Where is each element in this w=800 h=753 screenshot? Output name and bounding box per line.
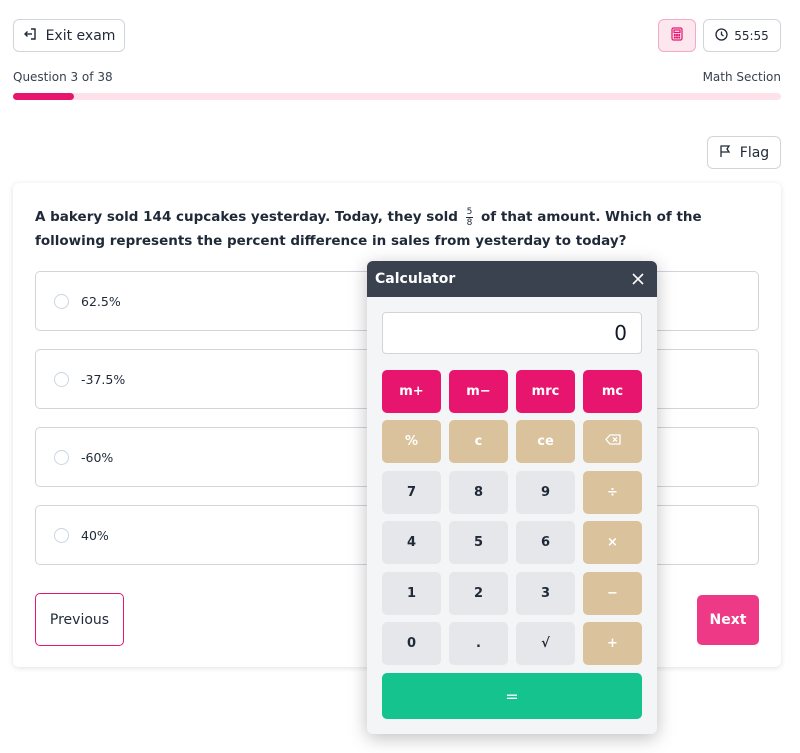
multiply-key[interactable]: × <box>583 521 642 564</box>
digit-key[interactable]: 1 <box>382 572 441 615</box>
radio-button[interactable] <box>54 449 69 465</box>
fraction-denominator: 8 <box>466 217 473 228</box>
calculator-toggle-button[interactable] <box>658 19 696 52</box>
digit-key[interactable]: 2 <box>449 572 508 615</box>
exit-exam-button[interactable]: Exit exam <box>13 19 125 52</box>
timer-button[interactable]: 55:55 <box>703 19 781 52</box>
timer-value: 55:55 <box>734 28 769 43</box>
progress-fill <box>13 93 75 100</box>
question-counter: Question 3 of 38 <box>13 70 113 84</box>
fraction-numerator: 5 <box>465 206 474 218</box>
previous-button[interactable]: Previous <box>35 593 124 646</box>
clear-entry-key[interactable]: ce <box>516 420 575 463</box>
section-name: Math Section <box>702 70 781 84</box>
memory-plus-key[interactable]: m+ <box>382 370 441 413</box>
percent-key[interactable]: % <box>382 420 441 463</box>
calculator-title: Calculator <box>375 271 456 287</box>
digit-key[interactable]: 3 <box>516 572 575 615</box>
digit-key[interactable]: 0 <box>382 622 441 665</box>
memory-recall-key[interactable]: mrc <box>516 370 575 413</box>
exit-icon <box>23 27 37 45</box>
memory-minus-key[interactable]: m− <box>449 370 508 413</box>
add-key[interactable]: + <box>583 622 642 665</box>
backspace-icon <box>604 434 621 449</box>
calculator-icon <box>671 26 683 45</box>
digit-key[interactable]: 5 <box>449 521 508 564</box>
answer-option-label: 40% <box>81 527 109 543</box>
close-icon[interactable] <box>629 270 647 288</box>
calculator-header[interactable]: Calculator <box>367 261 657 297</box>
answer-option-label: -60% <box>81 449 114 465</box>
digit-key[interactable]: 4 <box>382 521 441 564</box>
divide-key[interactable]: ÷ <box>583 471 642 514</box>
answer-option-label: -37.5% <box>81 371 126 387</box>
memory-clear-key[interactable]: mc <box>583 370 642 413</box>
answer-option-label: 62.5% <box>81 293 121 309</box>
fraction: 5 8 <box>465 206 474 228</box>
digit-key[interactable]: 8 <box>449 471 508 514</box>
subtract-key[interactable]: − <box>583 572 642 615</box>
clear-key[interactable]: c <box>449 420 508 463</box>
calculator-display: 0 <box>382 312 642 354</box>
square-root-key[interactable]: √ <box>516 622 575 665</box>
decimal-key[interactable]: . <box>449 622 508 665</box>
next-button[interactable]: Next <box>697 595 759 645</box>
question-text: A bakery sold 144 cupcakes yesterday. To… <box>35 205 735 253</box>
digit-key[interactable]: 6 <box>516 521 575 564</box>
progress-bar <box>13 93 781 100</box>
radio-button[interactable] <box>54 527 69 543</box>
radio-button[interactable] <box>54 371 69 387</box>
digit-key[interactable]: 7 <box>382 471 441 514</box>
flag-icon <box>719 144 732 162</box>
backspace-key[interactable] <box>583 420 642 463</box>
exit-exam-label: Exit exam <box>45 27 116 44</box>
digit-key[interactable]: 9 <box>516 471 575 514</box>
flag-button[interactable]: Flag <box>707 136 781 169</box>
radio-button[interactable] <box>54 293 69 309</box>
flag-label: Flag <box>739 144 770 161</box>
question-text-before: A bakery sold 144 cupcakes yesterday. To… <box>35 209 458 225</box>
clock-icon <box>715 27 728 44</box>
equals-key[interactable]: = <box>382 673 642 719</box>
calculator-panel: Calculator 0 m+ m− mrc mc % c ce 7 8 9 ÷… <box>367 261 657 734</box>
